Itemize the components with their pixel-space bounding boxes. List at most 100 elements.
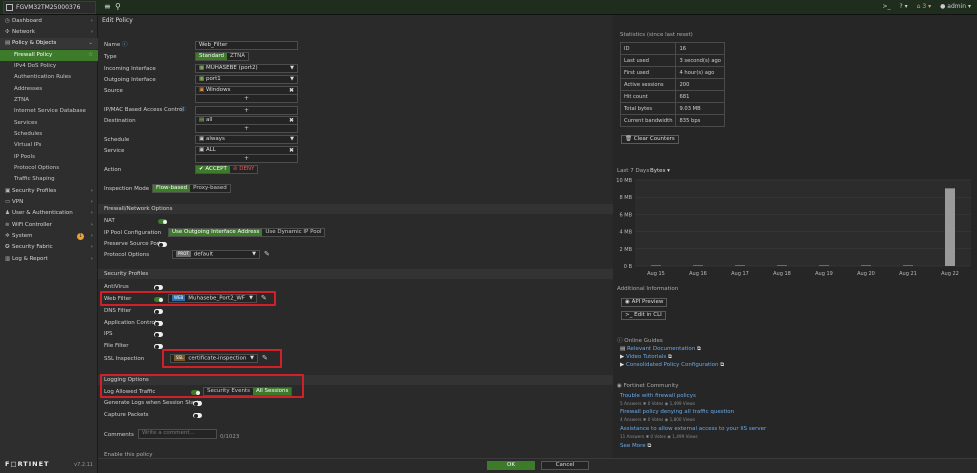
antivirus-toggle[interactable] <box>154 285 163 290</box>
cli-icon[interactable]: >_ <box>882 2 890 12</box>
sidebar-item-wifi-controller[interactable]: ≋ WiFi Controller › <box>0 220 98 231</box>
sidebar-item-authentication-rules[interactable]: Authentication Rules <box>0 72 98 83</box>
nat-label: NAT <box>104 218 115 224</box>
proxy-based-option[interactable]: Proxy-based <box>190 185 230 192</box>
sidebar-item-log-report[interactable]: ▥ Log & Report › <box>0 254 98 265</box>
name-input[interactable]: Web_Filter <box>195 41 298 50</box>
sidebar-item-ip-pools[interactable]: IP Pools <box>0 152 98 163</box>
comments-label: Comments <box>104 432 134 438</box>
incoming-interface-select[interactable]: ▦ MUHASEBE (port2) ▼ <box>195 64 298 73</box>
sidebar-item-label: Firewall Policy <box>14 52 53 58</box>
flow-based-option[interactable]: Flow-based <box>153 185 191 192</box>
api-preview-button[interactable]: ◉ API Preview <box>621 298 668 307</box>
sidebar-item-policy-objects[interactable]: ▤ Policy & Objects ⌄ <box>0 38 98 49</box>
service-add-button[interactable]: + <box>195 155 298 163</box>
capture-packets-toggle[interactable] <box>193 413 202 418</box>
notification-icon[interactable]: ⌂ 3 ▾ <box>917 2 931 12</box>
remove-icon[interactable]: ✖ <box>289 147 294 154</box>
traffic-unit-select[interactable]: Bytes ▾ <box>650 168 670 174</box>
chevron-right-icon: › <box>90 210 93 216</box>
preserve-source-port-label: Preserve Source Port <box>104 241 162 247</box>
use-outgoing-interface-option[interactable]: Use Outgoing Interface Address <box>169 229 263 236</box>
sidebar-item-protocol-options[interactable]: Protocol Options <box>0 163 98 174</box>
relevant-documentation-link[interactable]: ▤ Relevant Documentation ⧉ <box>620 346 701 353</box>
chevron-down-icon: ▼ <box>290 65 294 71</box>
ipmac-add-button[interactable]: + <box>195 106 298 115</box>
sidebar-item-schedules[interactable]: Schedules <box>0 129 98 140</box>
action-deny-option[interactable]: ⊘ DENY <box>229 166 258 173</box>
sidebar-item-firewall-policy[interactable]: Firewall Policy ☆ <box>0 50 98 61</box>
clear-counters-button[interactable]: 🗑 Clear Counters <box>621 135 679 144</box>
remove-icon[interactable]: ✖ <box>289 87 294 94</box>
consolidated-policy-link[interactable]: ▶ Consolidated Policy Configuration ⧉ <box>620 362 724 369</box>
source-field[interactable]: ▣ Windows ✖ <box>195 86 298 95</box>
admin-menu[interactable]: ● admin ▾ <box>940 2 971 12</box>
sidebar-item-ipv4-dos-policy[interactable]: IPv4 DoS Policy <box>0 61 98 72</box>
comments-textarea[interactable]: Write a comment... <box>138 429 217 439</box>
sidebar-item-label: VPN <box>12 199 24 205</box>
edit-icon[interactable]: ✎ <box>264 250 270 259</box>
see-more-link[interactable]: See More ⧉ <box>620 443 651 450</box>
link-label: Relevant Documentation <box>626 346 696 352</box>
generate-logs-toggle[interactable] <box>193 401 202 406</box>
protocol-options-select[interactable]: PROT default ▼ <box>172 250 260 259</box>
menu-icon[interactable]: ≡ <box>104 2 111 12</box>
chart-y-tick-label: 10 MB <box>616 178 632 184</box>
star-icon[interactable]: ☆ <box>88 50 93 61</box>
chart-bar <box>735 265 745 266</box>
info-icon[interactable]: ⓘ <box>122 42 128 48</box>
nat-toggle[interactable] <box>158 219 167 224</box>
info-icon[interactable]: ⓘ <box>180 106 186 114</box>
application-control-toggle[interactable] <box>154 321 163 326</box>
sidebar-item-user-authentication[interactable]: ♟ User & Authentication › <box>0 208 98 219</box>
additional-info-title: Additional Information <box>617 286 679 292</box>
sidebar-item-ztna[interactable]: ZTNA <box>0 95 98 106</box>
traffic-chart: 10 MB 8 MB 6 MB 4 MB 2 MB 0 B Aug 15 Aug 16 Aug … <box>616 178 971 277</box>
sidebar-item-network[interactable]: ✣ Network › <box>0 27 98 38</box>
use-dynamic-ip-pool-option[interactable]: Use Dynamic IP Pool <box>262 229 325 236</box>
search-icon[interactable]: ⚲ <box>115 1 121 13</box>
outgoing-interface-label: Outgoing Interface <box>104 77 156 83</box>
dns-filter-toggle[interactable] <box>154 309 163 314</box>
schedule-select[interactable]: ▣ always ▼ <box>195 135 298 144</box>
sidebar-item-traffic-shaping[interactable]: Traffic Shaping <box>0 174 98 185</box>
sidebar-item-security-profiles[interactable]: ▣ Security Profiles › <box>0 186 98 197</box>
sidebar-item-virtual-ips[interactable]: Virtual IPs <box>0 140 98 151</box>
sidebar-item-label: Security Profiles <box>12 188 57 194</box>
community-post-link[interactable]: Assistance to allow external access to y… <box>620 426 766 432</box>
type-standard-option[interactable]: Standard <box>196 53 228 60</box>
chevron-right-icon: › <box>90 18 93 24</box>
sidebar-item-vpn[interactable]: ▭ VPN › <box>0 197 98 208</box>
destination-field[interactable]: ▤ all ✖ <box>195 116 298 125</box>
type-ztna-option[interactable]: ZTNA <box>227 53 249 60</box>
sidebar-item-label: Addresses <box>14 86 43 92</box>
sidebar-item-services[interactable]: Services <box>0 118 98 129</box>
ok-button[interactable]: OK <box>487 461 535 470</box>
right-panel: Statistics (since last reset) ID 16 Last … <box>613 15 977 458</box>
service-field[interactable]: ▣ ALL ✖ <box>195 146 298 155</box>
outgoing-interface-select[interactable]: ▦ port1 ▼ <box>195 75 298 84</box>
ipmac-label-text: IP/MAC Based Access Control <box>104 107 184 113</box>
sidebar-item-system[interactable]: ✲ System 1 › <box>0 231 98 242</box>
sidebar-item-addresses[interactable]: Addresses <box>0 84 98 95</box>
sidebar-item-label: Protocol Options <box>14 165 60 171</box>
ips-toggle[interactable] <box>154 332 163 337</box>
device-selector[interactable]: FGVM32TM25000376 <box>3 1 96 14</box>
destination-add-button[interactable]: + <box>195 125 298 133</box>
source-add-button[interactable]: + <box>195 95 298 103</box>
video-tutorials-link[interactable]: ▶ Video Tutorials ⧉ <box>620 354 672 361</box>
sidebar-item-security-fabric[interactable]: ✪ Security Fabric › <box>0 242 98 253</box>
table-row: Last used 3 second(s) ago <box>619 54 725 67</box>
help-icon[interactable]: ? ▾ <box>900 2 908 12</box>
sidebar-item-dashboard[interactable]: ◷ Dashboard › <box>0 16 98 27</box>
edit-in-cli-button[interactable]: >_ Edit in CLI <box>621 311 666 320</box>
cancel-button[interactable]: Cancel <box>541 461 589 470</box>
admin-label: admin <box>947 3 967 10</box>
community-post-link[interactable]: Firewall policy denying all traffic ques… <box>620 409 734 415</box>
sidebar-item-internet-service-database[interactable]: Internet Service Database <box>0 106 98 117</box>
community-post-link[interactable]: Trouble with firewall policys <box>620 393 696 399</box>
remove-icon[interactable]: ✖ <box>289 117 294 124</box>
action-accept-option[interactable]: ✔ ACCEPT <box>196 166 230 173</box>
chart-icon: ▥ <box>5 256 11 262</box>
preserve-source-port-toggle[interactable] <box>158 242 167 247</box>
